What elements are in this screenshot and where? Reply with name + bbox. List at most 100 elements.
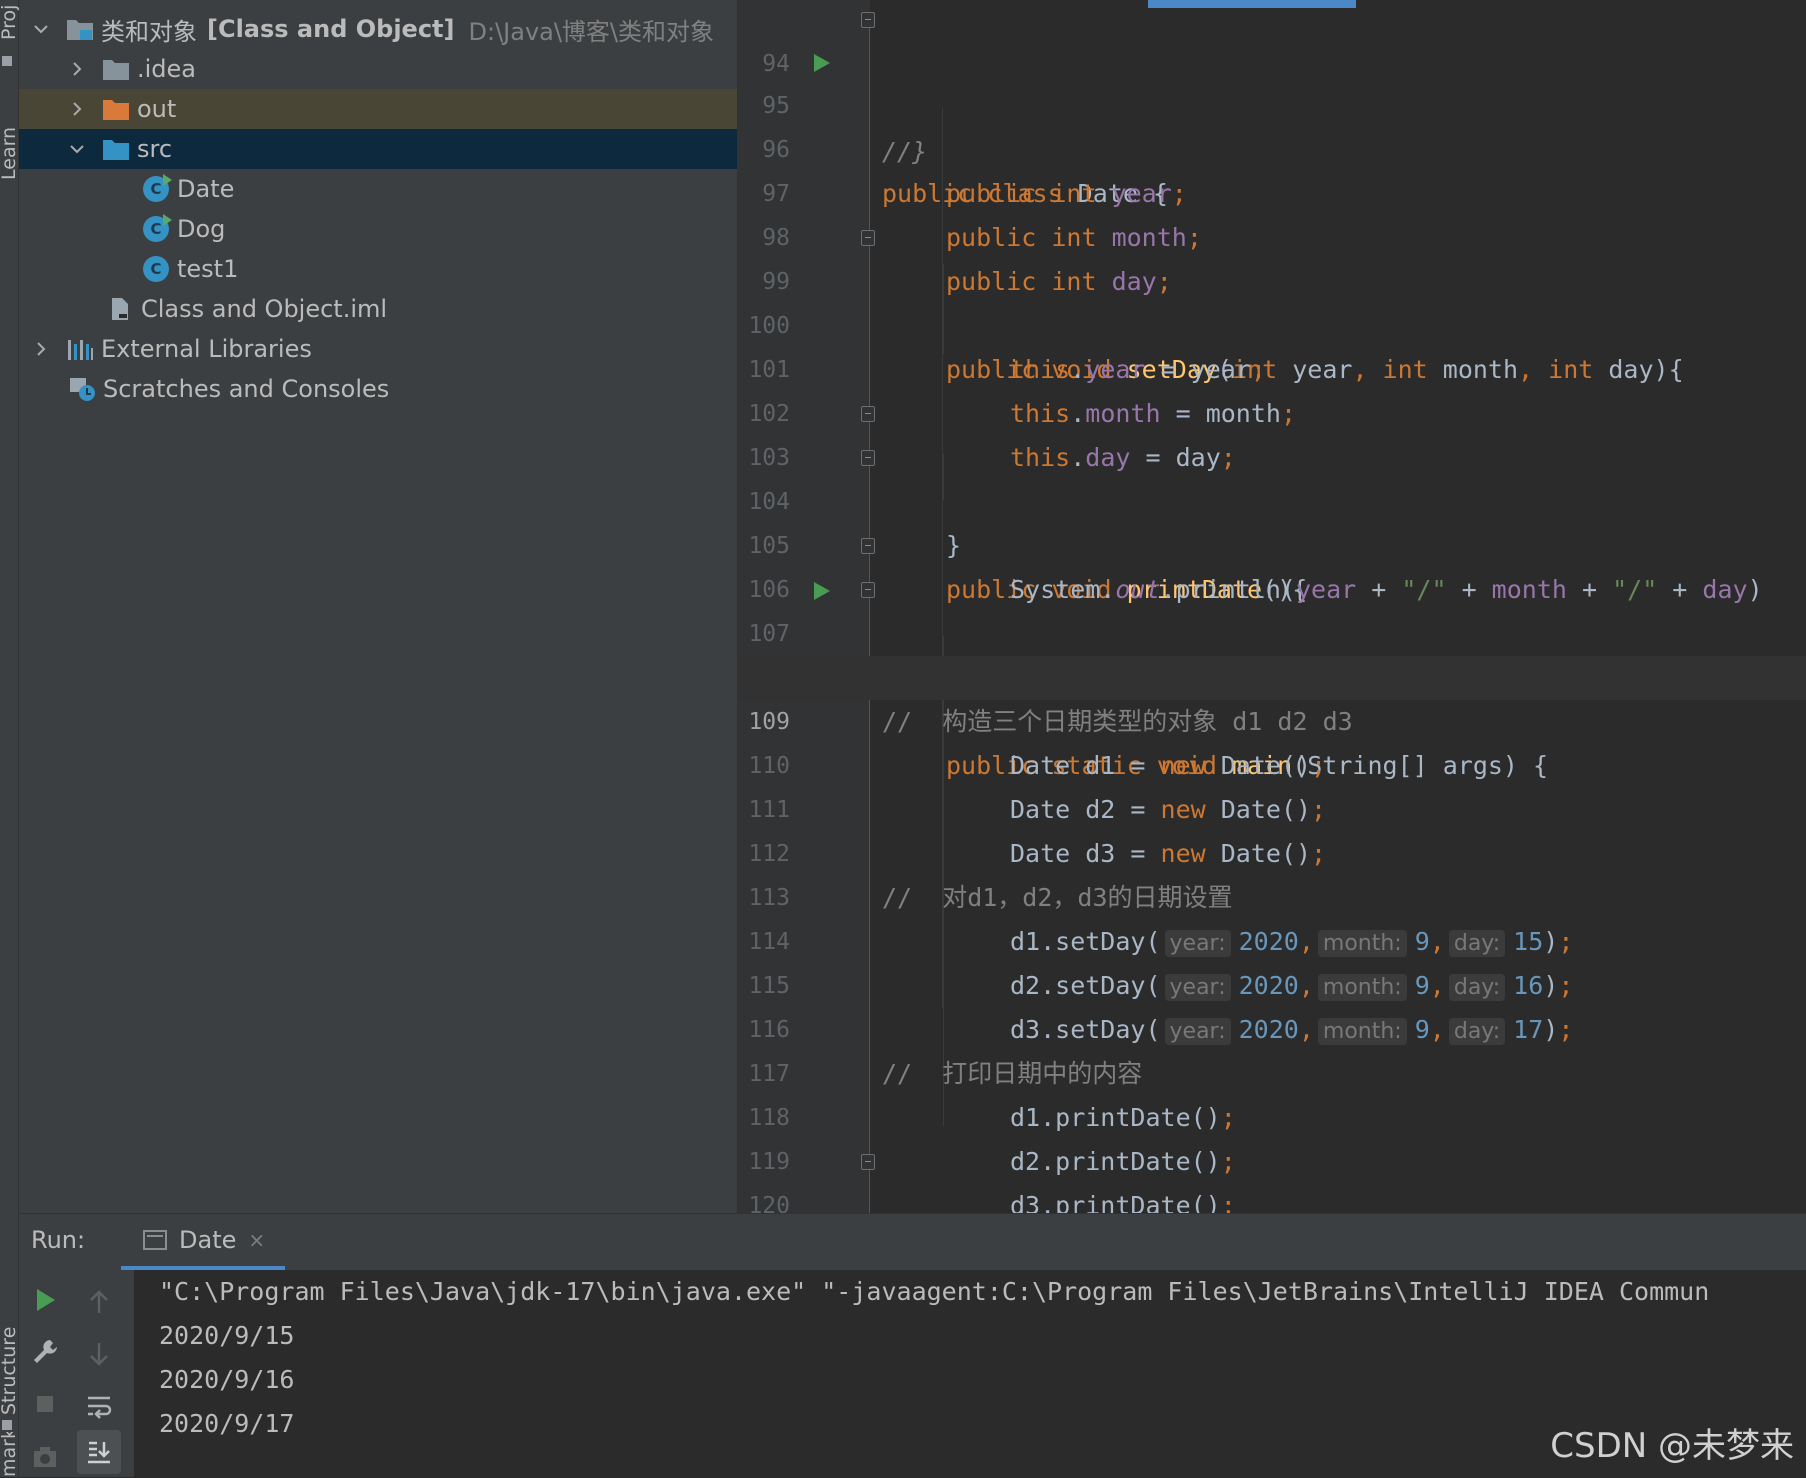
close-icon[interactable]: ×: [248, 1228, 265, 1252]
up-stack-button[interactable]: [77, 1280, 121, 1324]
code-line-104: 104 public void printDate(){: [738, 436, 1806, 604]
tree-item-date-class[interactable]: C Date: [19, 169, 737, 209]
code-line-101: 101 this.month = month;: [738, 304, 1806, 428]
rerun-button[interactable]: [23, 1278, 67, 1322]
code-line-118: 118 d2.printDate();: [738, 1052, 1806, 1176]
tree-item-external-libraries[interactable]: External Libraries: [19, 329, 737, 369]
tree-item-label: out: [137, 95, 177, 123]
code-line-105: 105 System.out.println(year + "/" + mont…: [738, 480, 1806, 604]
code-line-114: 114 d2.setDay(year: 2020, month: 9, day: 16);: [738, 876, 1806, 1001]
code-line-110: 110 Date d2 = new Date();: [738, 700, 1806, 824]
scroll-to-end-icon: [88, 1441, 110, 1464]
code-line-100: 100 this.year = year;: [738, 260, 1806, 384]
chevron-right-icon[interactable]: [67, 89, 87, 129]
tree-root-row[interactable]: 类和对象 [Class and Object] D:\Java\博客\类和对象: [19, 9, 737, 49]
soft-wrap-icon: [88, 1396, 112, 1419]
code-line-96: 96 public int year;: [738, 84, 1806, 208]
dump-threads-button[interactable]: [23, 1434, 67, 1478]
tree-item-label: .idea: [137, 55, 197, 83]
wrench-icon: [34, 1340, 57, 1363]
down-arrow-icon: [90, 1343, 108, 1366]
tree-item-label: src: [137, 135, 173, 163]
code-line-95: 95 public class Date {: [738, 40, 1806, 208]
fold-icon[interactable]: [861, 538, 875, 554]
tree-item-label: Date: [177, 175, 235, 203]
console-icon: [143, 1230, 167, 1250]
iml-file-icon: [105, 294, 135, 324]
tree-item-label: External Libraries: [101, 335, 312, 363]
scroll-to-end-button[interactable]: [77, 1430, 121, 1474]
code-line-112: 112 // 对d1，d2，d3的日期设置: [738, 788, 1806, 912]
code-line-120: 120 }: [738, 1140, 1806, 1213]
console-line: 2020/9/15: [159, 1321, 295, 1350]
rerun-icon: [37, 1289, 55, 1311]
tree-item-src[interactable]: src: [19, 129, 737, 169]
code-line-119: 119 d3.printDate();: [738, 1096, 1806, 1213]
chevron-right-icon[interactable]: [31, 329, 51, 369]
modify-config-button[interactable]: [23, 1330, 67, 1374]
tree-item-label: Dog: [177, 215, 226, 243]
learn-tool-tab[interactable]: Learn: [0, 100, 19, 180]
chevron-right-icon[interactable]: [67, 49, 87, 89]
run-tool-window-header: Run: Date ×: [19, 1213, 1806, 1271]
scratches-icon: [67, 374, 97, 404]
code-line-99: 99 public void setDay(int year, int mont…: [738, 216, 1806, 384]
watermark: CSDN @未梦来: [1550, 1426, 1794, 1466]
up-arrow-icon: [90, 1290, 108, 1313]
source-folder-icon: [101, 134, 131, 164]
code-line-116: 116 // 打印日期中的内容: [738, 964, 1806, 1088]
project-tool-icon[interactable]: [2, 56, 12, 66]
code-editor[interactable]: 94 //} 95 public class Date { 96 public …: [738, 0, 1806, 1213]
run-gutter-icon[interactable]: [814, 54, 830, 72]
camera-icon: [34, 1447, 56, 1467]
bookmarks-tool-tab[interactable]: marks: [0, 1432, 19, 1477]
root-module-name: [Class and Object]: [207, 15, 455, 43]
root-path: D:\Java\博客\类和对象: [468, 17, 715, 46]
java-class-icon: C: [141, 174, 172, 204]
project-tool-tab[interactable]: Proj: [0, 0, 19, 40]
tree-item-label: test1: [177, 255, 239, 283]
code-line-97: 97 public int month;: [738, 128, 1806, 252]
stop-button[interactable]: [23, 1382, 67, 1426]
java-class-icon: C: [141, 214, 172, 244]
tree-item-idea[interactable]: .idea: [19, 49, 737, 89]
code-line-106: 106 }: [738, 524, 1806, 692]
tree-item-scratches[interactable]: Scratches and Consoles: [19, 369, 737, 409]
libraries-icon: [65, 334, 95, 364]
code-line-121: 121 }: [738, 1184, 1806, 1213]
code-line-108: 108 // 构造三个日期类型的对象 d1 d2 d3: [738, 612, 1806, 736]
structure-tool-tab[interactable]: Structure: [0, 1295, 19, 1415]
code-line-107: 107 public static void main(String[] arg…: [738, 568, 1806, 780]
tree-item-out[interactable]: out: [19, 89, 737, 129]
run-label: Run:: [31, 1226, 86, 1254]
fold-icon[interactable]: [861, 582, 875, 598]
excluded-folder-icon: [101, 94, 131, 124]
tree-item-test1-class[interactable]: C test1: [19, 249, 737, 289]
fold-icon[interactable]: [861, 12, 875, 28]
code-line-115: 115 d3.setDay(year: 2020, month: 9, day: 17);: [738, 920, 1806, 1045]
structure-tool-icon[interactable]: [2, 1420, 12, 1430]
code-line-98: 98 public int day;: [738, 172, 1806, 296]
code-line-102: 102 this.day = day;: [738, 348, 1806, 472]
code-line-111: 111 Date d3 = new Date();: [738, 744, 1806, 868]
project-tree-panel: 类和对象 [Class and Object] D:\Java\博客\类和对象 …: [19, 0, 738, 1213]
fold-icon[interactable]: [861, 450, 875, 466]
root-name: 类和对象: [101, 17, 197, 46]
tree-item-label: Scratches and Consoles: [103, 375, 390, 403]
fold-icon[interactable]: [861, 406, 875, 422]
fold-icon[interactable]: [861, 230, 875, 246]
tree-item-iml-file[interactable]: Class and Object.iml: [19, 289, 737, 329]
stop-icon: [37, 1396, 53, 1412]
run-tab-label: Date: [179, 1226, 237, 1254]
soft-wrap-button[interactable]: [77, 1384, 121, 1428]
tree-item-dog-class[interactable]: C Dog: [19, 209, 737, 249]
run-gutter-icon[interactable]: [814, 582, 830, 600]
java-class-icon: C: [141, 254, 171, 284]
code-line-103: 103 }: [738, 392, 1806, 560]
chevron-down-icon[interactable]: [31, 9, 51, 49]
fold-icon[interactable]: [861, 1154, 875, 1170]
down-stack-button[interactable]: [77, 1332, 121, 1376]
run-tab-date[interactable]: Date ×: [121, 1214, 285, 1270]
code-line-117: 117 d1.printDate();: [738, 1008, 1806, 1132]
chevron-down-icon[interactable]: [67, 129, 87, 169]
